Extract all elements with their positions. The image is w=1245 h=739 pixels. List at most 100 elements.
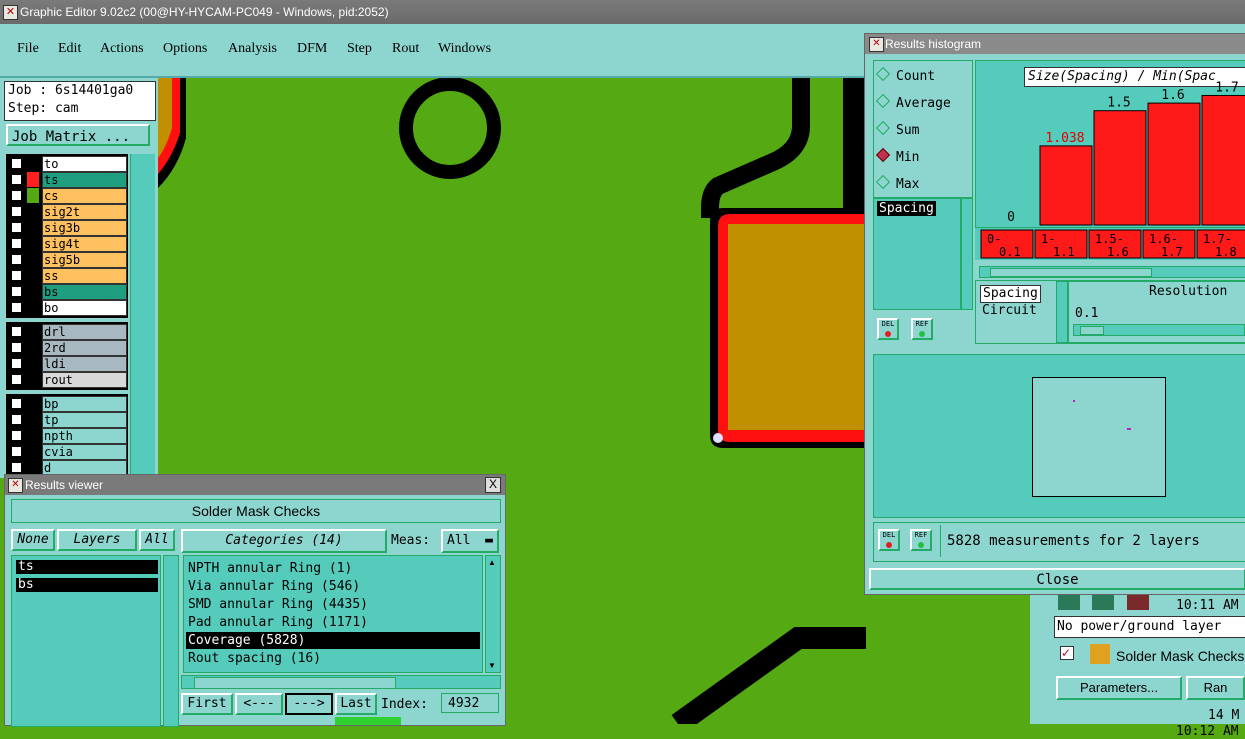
- menu-step[interactable]: Step: [347, 41, 372, 57]
- menu-file[interactable]: File: [17, 41, 39, 57]
- category-item[interactable]: Via annular Ring (546): [186, 578, 480, 595]
- layer-row-ldi[interactable]: ldi: [6, 356, 128, 372]
- measure-list-scrollbar[interactable]: [961, 198, 973, 310]
- layer-checkbox[interactable]: [11, 206, 22, 217]
- layer-color-swatch[interactable]: [27, 340, 39, 355]
- layer-row-cvia[interactable]: cvia: [6, 444, 128, 460]
- layer-row-tp[interactable]: tp: [6, 412, 128, 428]
- category-hscrollbar[interactable]: [181, 675, 501, 689]
- layer-name[interactable]: bo: [42, 300, 127, 316]
- layer-name[interactable]: 2rd: [42, 340, 127, 356]
- layer-color-swatch[interactable]: [27, 444, 39, 459]
- checkbox-icon[interactable]: ✓: [1060, 646, 1074, 660]
- layer-row-bo[interactable]: bo: [6, 300, 128, 316]
- layer-name[interactable]: ss: [42, 268, 127, 284]
- layer-color-swatch[interactable]: [27, 300, 39, 315]
- menu-windows[interactable]: Windows: [438, 41, 491, 57]
- menu-actions[interactable]: Actions: [100, 41, 144, 57]
- menu-edit[interactable]: Edit: [58, 41, 81, 57]
- histogram-close-button[interactable]: Close: [869, 568, 1245, 590]
- layer-name[interactable]: sig3b: [42, 220, 127, 236]
- layer-checkbox[interactable]: [11, 254, 22, 265]
- del-button-bottom[interactable]: DEL: [878, 529, 900, 551]
- layer-row-sig4t[interactable]: sig4t: [6, 236, 128, 252]
- layer-checkbox[interactable]: [11, 414, 22, 425]
- results-layer-list[interactable]: ts bs: [11, 555, 161, 727]
- layer-color-swatch[interactable]: [27, 188, 39, 203]
- layer-checkbox[interactable]: [11, 446, 22, 457]
- layer-row-rout[interactable]: rout: [6, 372, 128, 388]
- job-matrix-button[interactable]: Job Matrix ...: [6, 124, 150, 146]
- layer-list-scrollbar[interactable]: [163, 555, 179, 727]
- layer-checkbox[interactable]: [11, 326, 22, 337]
- layer-row-drl[interactable]: drl: [6, 324, 128, 340]
- scroll-down-icon[interactable]: ▼: [488, 661, 496, 670]
- layer-name[interactable]: ts: [42, 172, 127, 188]
- layer-color-swatch[interactable]: [27, 252, 39, 267]
- layer-checkbox[interactable]: [11, 270, 22, 281]
- results-viewer-titlebar[interactable]: ✕ Results viewer X: [5, 475, 505, 495]
- layer-checkbox[interactable]: [11, 462, 22, 473]
- results-layer-item[interactable]: bs: [16, 578, 158, 592]
- category-item[interactable]: NPTH annular Ring (1): [186, 560, 480, 577]
- layer-color-swatch[interactable]: [27, 268, 39, 283]
- menu-analysis[interactable]: Analysis: [228, 41, 277, 57]
- layer-name[interactable]: sig4t: [42, 236, 127, 252]
- layer-checkbox[interactable]: [11, 158, 22, 169]
- ref-button-bottom[interactable]: REF: [910, 529, 932, 551]
- histogram-titlebar[interactable]: ✕ Results histogram: [865, 34, 1245, 54]
- index-input[interactable]: 4932: [441, 693, 499, 713]
- measure-spacing-item[interactable]: Spacing: [980, 285, 1041, 303]
- all-layers-button[interactable]: All: [139, 529, 175, 551]
- layer-color-swatch[interactable]: [27, 156, 39, 171]
- layer-checkbox[interactable]: [11, 174, 22, 185]
- layer-name[interactable]: tp: [42, 412, 127, 428]
- layer-name[interactable]: ldi: [42, 356, 127, 372]
- last-button[interactable]: Last: [335, 693, 377, 715]
- layer-row-cs[interactable]: cs: [6, 188, 128, 204]
- option-average[interactable]: Average: [875, 93, 951, 111]
- results-layer-item[interactable]: ts: [16, 560, 158, 574]
- option-count[interactable]: Count: [875, 66, 935, 84]
- layer-color-swatch[interactable]: [27, 372, 39, 387]
- layer-checkbox[interactable]: [11, 286, 22, 297]
- first-button[interactable]: First: [181, 693, 233, 715]
- layer-name[interactable]: cvia: [42, 444, 127, 460]
- layer-name[interactable]: bs: [42, 284, 127, 300]
- layer-name[interactable]: npth: [42, 428, 127, 444]
- layer-checkbox[interactable]: [11, 430, 22, 441]
- layer-row-ss[interactable]: ss: [6, 268, 128, 284]
- layer-color-swatch[interactable]: [27, 236, 39, 251]
- layer-checkbox[interactable]: [11, 190, 22, 201]
- layer-row-sig2t[interactable]: sig2t: [6, 204, 128, 220]
- option-min[interactable]: Min: [875, 147, 919, 165]
- chart-hscroll-thumb[interactable]: [990, 268, 1152, 277]
- layer-row-sig5b[interactable]: sig5b: [6, 252, 128, 268]
- measure-list[interactable]: Spacing: [873, 198, 961, 310]
- category-item[interactable]: SMD annular Ring (4435): [186, 596, 480, 613]
- ran-button[interactable]: Ran: [1186, 676, 1245, 700]
- chart-hscrollbar[interactable]: [979, 266, 1245, 278]
- none-button[interactable]: None: [11, 529, 55, 551]
- layer-checkbox[interactable]: [11, 398, 22, 409]
- parameters-button[interactable]: Parameters...: [1056, 676, 1182, 700]
- next-button[interactable]: --->: [285, 693, 333, 715]
- layer-list-scrollbar[interactable]: [130, 154, 155, 478]
- layer-name[interactable]: sig5b: [42, 252, 127, 268]
- layer-row-bp[interactable]: bp: [6, 396, 128, 412]
- layer-name[interactable]: bp: [42, 396, 127, 412]
- layer-color-swatch[interactable]: [27, 284, 39, 299]
- del-button[interactable]: DEL: [877, 318, 899, 340]
- resolution-slider-thumb[interactable]: [1080, 326, 1104, 335]
- measure-scrollbar[interactable]: [1056, 281, 1068, 343]
- layer-color-swatch[interactable]: [27, 220, 39, 235]
- layer-row-to[interactable]: to: [6, 156, 128, 172]
- preview-frame[interactable]: [1032, 377, 1166, 497]
- layer-checkbox[interactable]: [11, 238, 22, 249]
- meas-select[interactable]: All ▬: [441, 529, 499, 553]
- category-item[interactable]: Pad annular Ring (1171): [186, 614, 480, 631]
- layer-color-swatch[interactable]: [27, 204, 39, 219]
- layer-color-swatch[interactable]: [27, 460, 39, 475]
- layer-row-bs[interactable]: bs: [6, 284, 128, 300]
- layer-name[interactable]: drl: [42, 324, 127, 340]
